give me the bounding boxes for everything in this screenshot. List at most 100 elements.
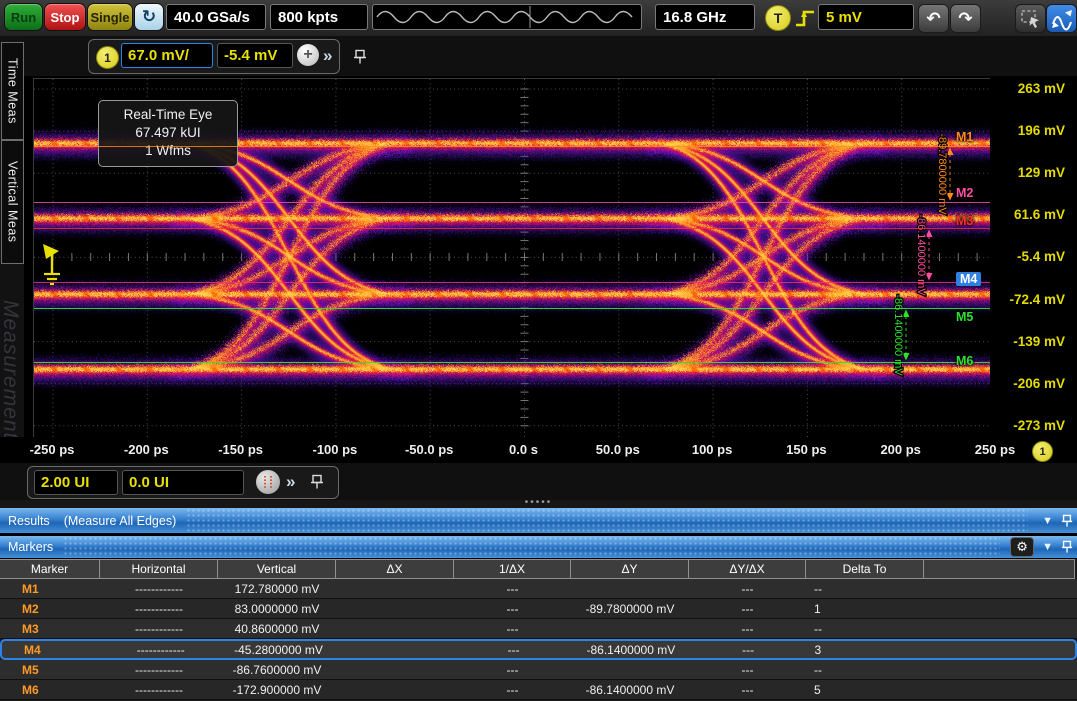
cell-dy_dx: --- — [690, 641, 807, 658]
markers-menu-arrow-icon[interactable]: ▼ — [1042, 541, 1053, 553]
column-header[interactable]: ΔX — [336, 559, 454, 579]
results-pin-icon[interactable] — [1061, 514, 1073, 528]
column-header[interactable]: ΔY — [571, 559, 689, 579]
marker-line-m6[interactable] — [34, 362, 991, 363]
y-axis-label: -5.4 mV — [993, 249, 1065, 264]
single-button[interactable]: Single — [87, 3, 133, 31]
column-header[interactable]: Horizontal — [100, 559, 218, 579]
cell-marker: M2 — [0, 599, 100, 618]
horizontal-preview[interactable] — [372, 4, 642, 30]
region-select-button[interactable] — [1015, 4, 1046, 33]
cell-horizontal: ------------ — [100, 619, 218, 638]
column-header[interactable]: 1/ΔX — [454, 559, 571, 579]
marker-label-m2[interactable]: M2 — [956, 186, 973, 200]
trigger-edge-icon[interactable] — [793, 6, 817, 30]
redo-button[interactable]: ↷ — [950, 4, 981, 33]
column-header[interactable]: Delta To — [806, 559, 924, 579]
top-toolbar: Run Stop Single ↻ 40.0 GSa/s 800 kpts 16… — [0, 0, 1077, 37]
plus-icon: + — [303, 46, 312, 64]
x-axis-label: -250 ps — [12, 442, 92, 457]
table-row-m4[interactable]: M4-------------45.2800000 mV----86.14000… — [0, 639, 1077, 660]
markers-pin-icon[interactable] — [1061, 540, 1073, 554]
marker-label-m1[interactable]: M1 — [956, 130, 973, 144]
channel-more-button[interactable]: » — [323, 47, 332, 64]
table-row-m3[interactable]: M3------------40.8600000 mV-------- — [0, 619, 1077, 639]
chevron-double-icon: » — [286, 472, 295, 491]
bandwidth-value[interactable]: 16.8 GHz — [655, 4, 755, 30]
cell-dx — [336, 660, 454, 679]
bar-texture — [186, 508, 1028, 533]
cell-vertical: 172.780000 mV — [218, 579, 336, 598]
channel-controls: 1 67.0 mV/ -5.4 mV + » — [88, 39, 340, 74]
horizontal-more-button[interactable]: » — [286, 473, 295, 490]
column-header[interactable] — [924, 559, 1075, 579]
tab-time-meas[interactable]: Time Meas — [1, 42, 24, 140]
stop-button[interactable]: Stop — [44, 3, 86, 31]
table-row-m2[interactable]: M2------------83.0000000 mV----89.780000… — [0, 599, 1077, 619]
tab-vertical-meas[interactable]: Vertical Meas — [1, 140, 24, 264]
cell-dy: -89.7800000 mV — [571, 599, 689, 618]
eye-info-box: Real-Time Eye 67.497 kUI 1 Wfms — [98, 100, 238, 167]
channel-bar-row: 1 67.0 mV/ -5.4 mV + » — [0, 36, 1077, 76]
undo-button[interactable]: ↶ — [918, 4, 949, 33]
sample-rate-value[interactable]: 40.0 GSa/s — [166, 4, 266, 30]
markers-bar[interactable]: Markers ⚙ ▼ — [0, 536, 1077, 558]
marker-line-m1[interactable] — [34, 146, 991, 147]
delta-annotation: -86.1400000 mV — [915, 214, 927, 296]
delay-mode-icon — [261, 475, 275, 489]
marker-line-m5[interactable] — [34, 308, 991, 309]
axis-channel-badge[interactable]: 1 — [1032, 441, 1053, 462]
marker-label-m4[interactable]: M4 — [956, 272, 981, 286]
results-bar[interactable]: Results (Measure All Edges) ▼ — [0, 508, 1077, 533]
cell-marker: M5 — [0, 660, 100, 679]
table-row-m1[interactable]: M1------------172.780000 mV-------- — [0, 579, 1077, 599]
cell-vertical: 40.8600000 mV — [218, 619, 336, 638]
table-row-m5[interactable]: M5-------------86.7600000 mV-------- — [0, 660, 1077, 680]
column-header[interactable]: Marker — [0, 559, 100, 579]
column-header[interactable]: ΔY/ΔX — [689, 559, 806, 579]
add-channel-button[interactable]: + — [297, 44, 319, 66]
cell-vertical: -172.900000 mV — [218, 680, 336, 699]
channel-badge[interactable]: 1 — [96, 46, 119, 69]
channel-pin-icon[interactable] — [353, 49, 367, 65]
results-menu-arrow-icon[interactable]: ▼ — [1042, 515, 1053, 527]
horizontal-bar-row: 2.00 UI 0.0 UI » — [0, 463, 1077, 500]
run-button[interactable]: Run — [4, 3, 43, 31]
table-row-m6[interactable]: M6-------------172.900000 mV----86.14000… — [0, 680, 1077, 700]
marker-label-m3[interactable]: M3 — [956, 214, 973, 228]
delay-mode-button[interactable] — [256, 470, 280, 494]
panel-splitter[interactable]: ••••• — [0, 500, 1077, 508]
gear-icon: ⚙ — [1016, 539, 1028, 555]
delta-annotation: -86.1400000 mV — [892, 294, 904, 376]
vertical-offset-input[interactable]: -5.4 mV — [217, 43, 293, 68]
waveform-plot[interactable]: -89.7800000 mV-86.1400000 mV-86.1400000 … — [33, 78, 992, 439]
marker-label-m6[interactable]: M6 — [956, 354, 973, 368]
cell-inv_dx: --- — [454, 680, 571, 699]
memory-depth-value[interactable]: 800 kpts — [270, 4, 368, 30]
trigger-level-value[interactable]: 5 mV — [818, 4, 914, 30]
autoscale-button[interactable] — [1046, 4, 1077, 33]
horizontal-position-input[interactable]: 0.0 UI — [122, 470, 244, 495]
cell-dy — [571, 619, 689, 638]
horizontal-scale-input[interactable]: 2.00 UI — [34, 470, 118, 495]
marker-line-m4[interactable] — [34, 282, 991, 283]
touch-mode-button[interactable]: ↻ — [134, 3, 164, 31]
markers-settings-button[interactable]: ⚙ — [1010, 537, 1034, 557]
oscilloscope-app: Run Stop Single ↻ 40.0 GSa/s 800 kpts 16… — [0, 0, 1077, 701]
measurements-watermark: Measurements — [0, 300, 22, 451]
column-header[interactable]: Vertical — [218, 559, 336, 579]
trigger-badge[interactable]: T — [765, 5, 791, 31]
cell-dy_dx: --- — [689, 599, 806, 618]
y-axis-labels: 263 mV196 mV129 mV61.6 mV-5.4 mV-72.4 mV… — [990, 78, 1075, 437]
chevron-double-icon: » — [323, 46, 332, 65]
marker-line-m3[interactable] — [34, 228, 991, 229]
vertical-scale-input[interactable]: 67.0 mV/ — [121, 43, 213, 68]
x-axis-labels: -250 ps-200 ps-150 ps-100 ps-50.0 ps0.0 … — [0, 437, 1077, 463]
marker-line-m2[interactable] — [34, 202, 991, 203]
cell-dy: -86.1400000 mV — [572, 641, 690, 658]
y-axis-label: -139 mV — [993, 334, 1065, 349]
marker-label-m5[interactable]: M5 — [956, 310, 973, 324]
horizontal-pin-icon[interactable] — [310, 474, 324, 490]
x-axis-label: 100 ps — [672, 442, 752, 457]
cell-blank — [924, 641, 1075, 658]
